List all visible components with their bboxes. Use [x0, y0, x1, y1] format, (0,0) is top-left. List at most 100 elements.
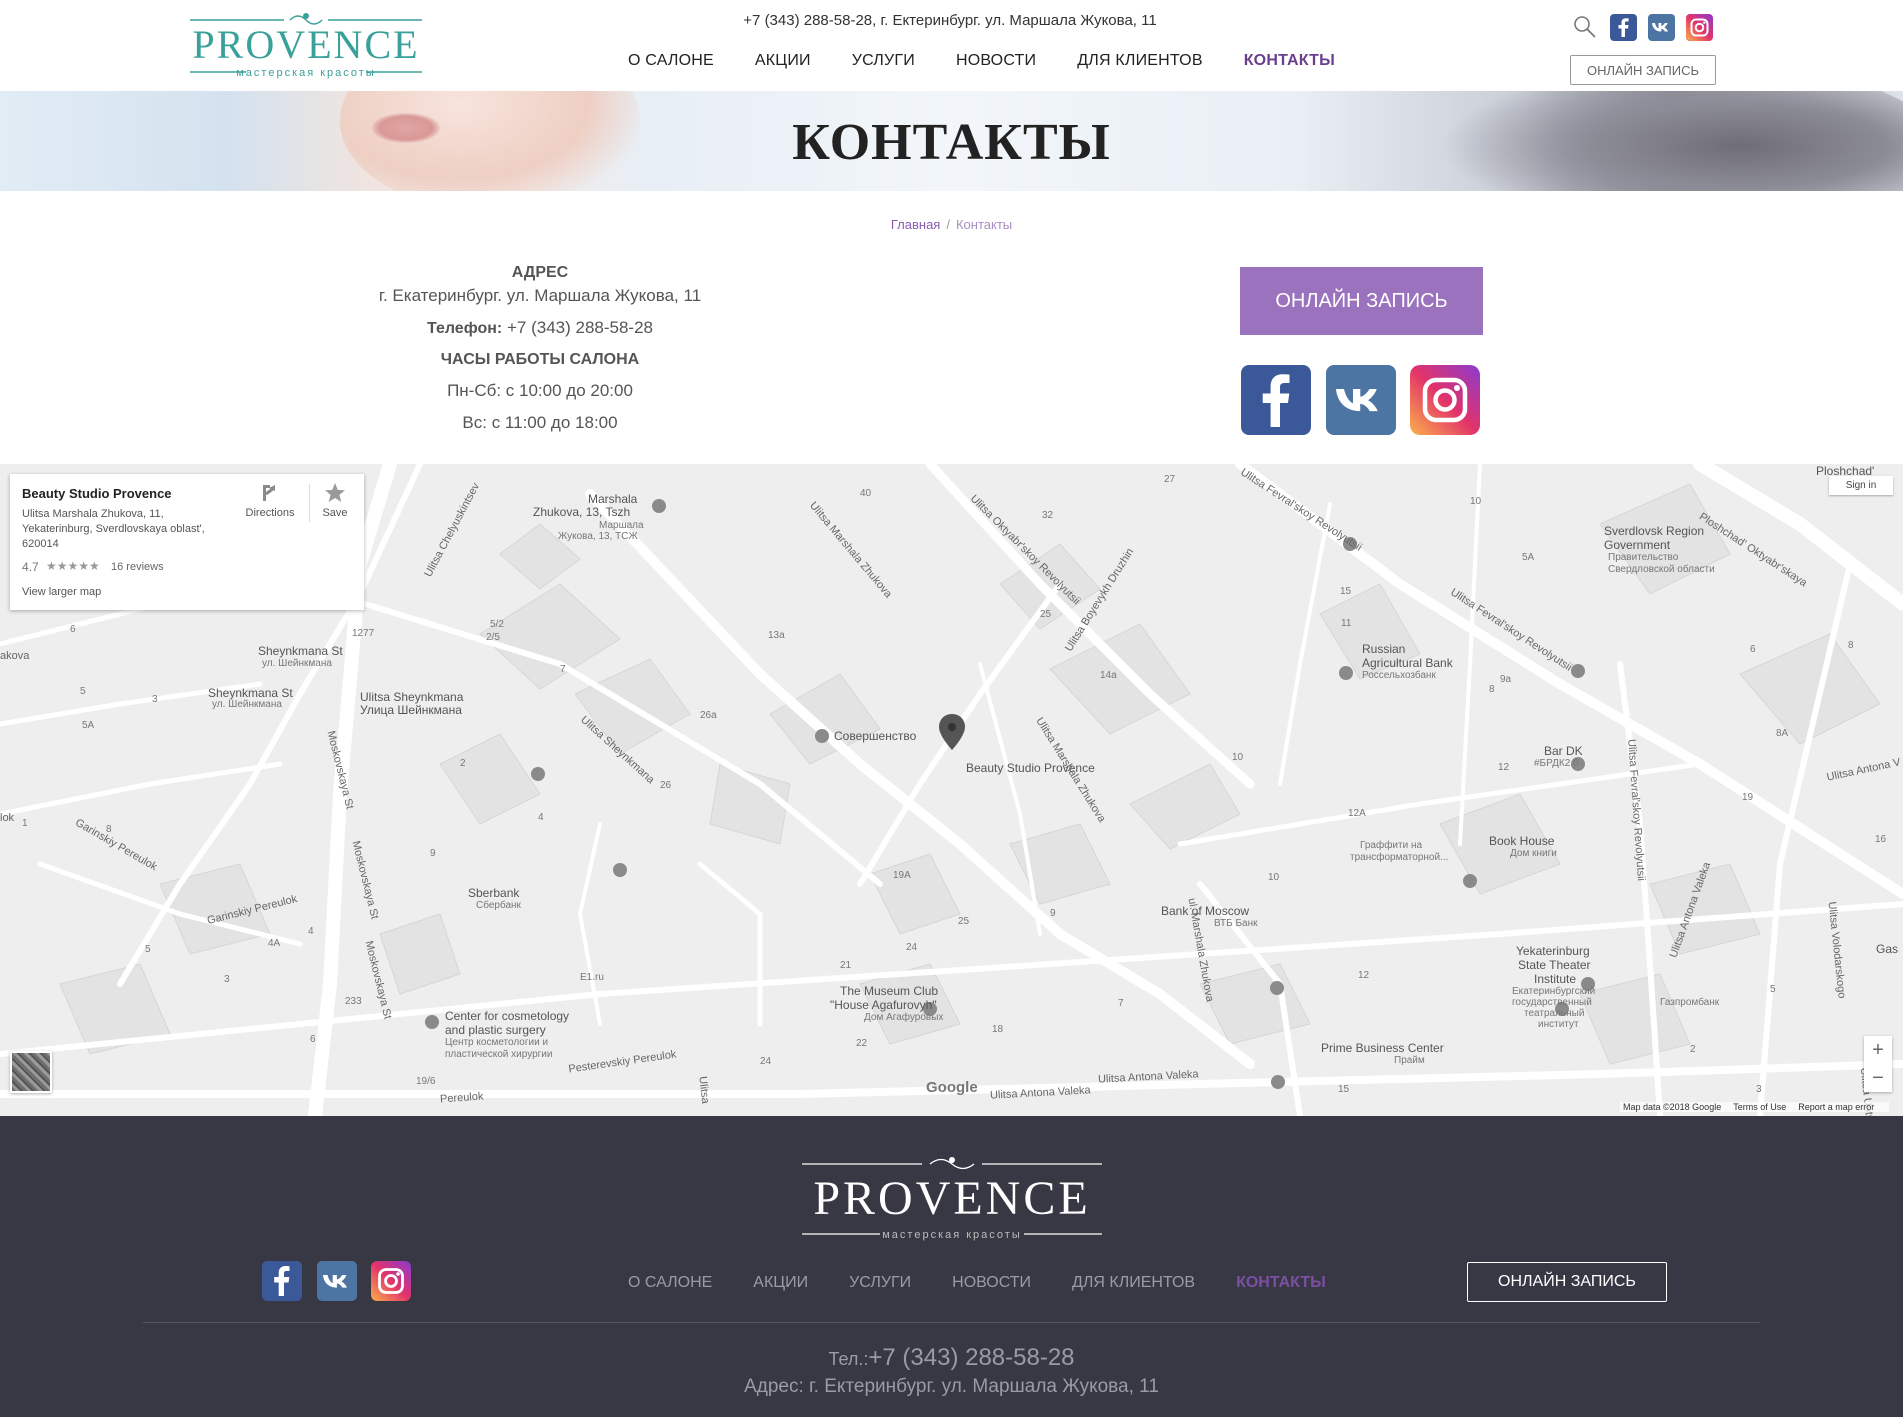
page: PROVENCE мастерская красоты +7 (343) 288…	[0, 0, 1903, 1417]
map-number: 10	[1470, 496, 1482, 507]
directions-icon	[263, 485, 275, 501]
instagram-icon[interactable]	[1686, 14, 1713, 41]
map-label: государственный	[1512, 997, 1592, 1008]
save-button[interactable]: Save	[310, 482, 360, 519]
hours-sunday: Вс: с 11:00 до 18:00	[462, 412, 618, 432]
instagram-icon[interactable]	[1410, 365, 1480, 435]
map-number: 7	[560, 664, 566, 675]
nav-contacts[interactable]: КОНТАКТЫ	[1244, 52, 1335, 70]
instagram-icon[interactable]	[371, 1261, 411, 1301]
map-number: 3	[224, 974, 230, 985]
rating-stars-icon: ★★★★★	[46, 559, 100, 573]
zoom-out-button[interactable]: −	[1864, 1064, 1892, 1092]
main-nav: О САЛОНЕ АКЦИИ УСЛУГИ НОВОСТИ ДЛЯ КЛИЕНТ…	[628, 52, 1376, 70]
map-label: Book House	[1489, 834, 1555, 848]
breadcrumb-separator: /	[946, 217, 950, 232]
nav-news[interactable]: НОВОСТИ	[956, 52, 1036, 70]
map-label: Agricultural Bank	[1362, 656, 1453, 670]
place-reviews-link[interactable]: 16 reviews	[111, 561, 164, 573]
logo[interactable]: PROVENCE мастерская красоты	[186, 10, 426, 82]
map-number: 15	[1338, 1084, 1350, 1095]
vk-icon[interactable]	[1648, 14, 1675, 41]
footer-nav-promotions[interactable]: АКЦИИ	[753, 1274, 808, 1292]
map-number: 2	[1690, 1044, 1696, 1055]
vk-icon[interactable]	[1326, 365, 1396, 435]
footer-nav: О САЛОНЕ АКЦИИ УСЛУГИ НОВОСТИ ДЛЯ КЛИЕНТ…	[628, 1274, 1367, 1292]
map-number: 2	[460, 758, 466, 769]
phone-label: Телефон:	[426, 320, 503, 338]
footer-nav-news[interactable]: НОВОСТИ	[952, 1274, 1031, 1292]
map-label: ул. Шейнкмана	[262, 658, 332, 669]
map-number: 1	[22, 818, 28, 829]
map-number: 10	[1232, 752, 1244, 763]
nav-about[interactable]: О САЛОНЕ	[628, 52, 714, 70]
map-label: Bank of Moscow	[1161, 904, 1250, 918]
report-error-link[interactable]: Report a map error	[1798, 1102, 1874, 1112]
search-icon[interactable]	[1573, 15, 1597, 39]
map-label: Center for cosmetology	[445, 1009, 570, 1023]
map-street-label: lok	[0, 812, 15, 824]
map-label: Прайм	[1394, 1055, 1425, 1066]
google-logo: Google	[926, 1079, 978, 1096]
vk-icon[interactable]	[317, 1261, 357, 1301]
map-number: 5	[80, 686, 86, 697]
footer-nav-contacts[interactable]: КОНТАКТЫ	[1236, 1274, 1326, 1292]
map-number: 7	[1118, 998, 1124, 1009]
map-label-sovershenstvo[interactable]: Совершенство	[834, 729, 916, 743]
map-number: 8A	[1776, 728, 1789, 739]
map-number: 22	[856, 1038, 868, 1049]
map-label: Sheynkmana St	[208, 686, 293, 700]
svg-text:мастерская красоты: мастерская красоты	[882, 1229, 1022, 1241]
breadcrumb: Главная / Контакты	[0, 217, 1903, 232]
map-label: ВТБ Банк	[1214, 918, 1258, 929]
phone-value[interactable]: +7 (343) 288-58-28	[507, 318, 653, 337]
map-label: ул. Шейнкмана	[212, 699, 282, 710]
map-label: Marshala	[588, 492, 638, 506]
map-label: Граффити на	[1360, 840, 1423, 851]
footer-phone-value[interactable]: +7 (343) 288-58-28	[868, 1344, 1074, 1371]
site-footer: PROVENCE мастерская красоты О САЛОНЕ АКЦ…	[0, 1116, 1903, 1417]
breadcrumb-home[interactable]: Главная	[891, 217, 940, 232]
directions-button[interactable]: Directions	[235, 482, 305, 519]
footer-online-booking-button[interactable]: ОНЛАЙН ЗАПИСЬ	[1467, 1262, 1667, 1302]
svg-text:мастерская красоты: мастерская красоты	[236, 67, 376, 79]
address-label: АДРЕС	[511, 264, 569, 281]
map-label: Gas	[1876, 942, 1899, 956]
map-number: 233	[345, 996, 362, 1007]
page-banner: КОНТАКТЫ	[0, 91, 1903, 191]
svg-text:PROVENCE: PROVENCE	[813, 1172, 1090, 1225]
map-number: 8	[106, 824, 112, 835]
nav-promotions[interactable]: АКЦИИ	[755, 52, 811, 70]
map-number: 5A	[1522, 552, 1535, 563]
zoom-in-button[interactable]: +	[1864, 1036, 1892, 1064]
map-label: Russian	[1362, 642, 1406, 656]
online-booking-button[interactable]: ОНЛАЙН ЗАПИСЬ	[1240, 267, 1483, 335]
directions-label: Directions	[245, 507, 295, 519]
nav-for-clients[interactable]: ДЛЯ КЛИЕНТОВ	[1077, 52, 1202, 70]
terms-link[interactable]: Terms of Use	[1733, 1102, 1786, 1112]
map-number: 32	[1042, 510, 1054, 521]
footer-nav-for-clients[interactable]: ДЛЯ КЛИЕНТОВ	[1072, 1274, 1195, 1292]
site-header: PROVENCE мастерская красоты +7 (343) 288…	[0, 0, 1903, 91]
map-number: 26a	[700, 710, 717, 721]
facebook-icon[interactable]	[262, 1261, 302, 1301]
place-name: Beauty Studio Provence	[22, 486, 172, 501]
facebook-icon[interactable]	[1610, 14, 1637, 41]
header-online-booking-button[interactable]: ОНЛАЙН ЗАПИСЬ	[1570, 55, 1716, 85]
map-number: 5/2	[490, 619, 504, 630]
map-number: 15	[1340, 586, 1352, 597]
place-address: Ulitsa Marshala Zhukova, 11, Yekaterinbu…	[22, 508, 205, 550]
nav-services[interactable]: УСЛУГИ	[852, 52, 915, 70]
satellite-view-toggle[interactable]	[10, 1051, 52, 1093]
facebook-icon[interactable]	[1241, 365, 1311, 435]
map-label: Bar DK	[1544, 744, 1583, 758]
view-larger-map-link[interactable]: View larger map	[22, 586, 101, 598]
footer-nav-services[interactable]: УСЛУГИ	[849, 1274, 911, 1292]
footer-nav-about[interactable]: О САЛОНЕ	[628, 1274, 712, 1292]
footer-logo[interactable]: PROVENCE мастерская красоты	[800, 1154, 1104, 1244]
map-number: 6	[70, 624, 76, 635]
map-sign-in-button[interactable]: Sign in	[1829, 476, 1893, 495]
google-map[interactable]: Beauty Studio Provence Совершенство Mars…	[0, 464, 1903, 1116]
map-number: 18	[992, 1024, 1004, 1035]
map-number: 5A	[82, 720, 95, 731]
